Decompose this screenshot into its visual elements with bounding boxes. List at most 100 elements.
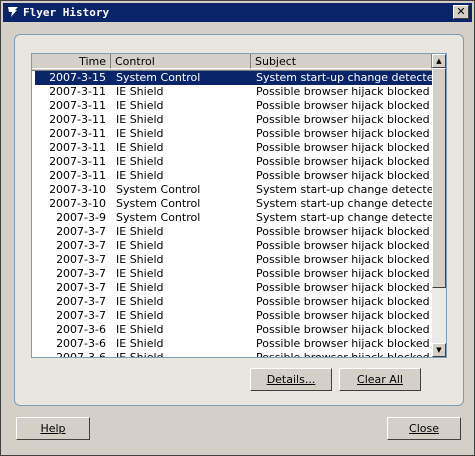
control-cell: System Control [116, 71, 201, 84]
time-cell: 2007-3-7 [56, 225, 106, 238]
control-cell: IE Shield [116, 225, 164, 238]
subject-cell: System start-up change detected [256, 211, 432, 224]
table-row[interactable]: 2007-3-11 IE Shield Possible browser hijac… [32, 169, 432, 183]
time-cell: 2007-3-15 [49, 71, 106, 84]
subject-cell: Possible browser hijack blocked [256, 113, 430, 126]
table-row[interactable]: 2007-3-10 System Control System start-up c… [32, 183, 432, 197]
time-cell: 2007-3-11 [49, 99, 106, 112]
table-row[interactable]: 2007-3-9 System Control System start-up ch… [32, 211, 432, 225]
subject-cell: Possible browser hijack blocked [256, 337, 430, 350]
table-row[interactable]: 2007-3-11 IE Shield Possible browser hijac… [32, 141, 432, 155]
control-cell: System Control [116, 197, 201, 210]
help-label: Help [40, 422, 66, 435]
subject-cell: Possible browser hijack blocked [256, 169, 430, 182]
table-row[interactable]: 2007-3-7 IE Shield Possible browser hijack… [32, 295, 432, 309]
time-cell: 2007-3-11 [49, 85, 106, 98]
time-cell: 2007-3-10 [49, 197, 106, 210]
help-button[interactable]: Help [16, 417, 90, 440]
scroll-down-icon[interactable]: ▼ [432, 343, 446, 357]
table-row[interactable]: 2007-3-7 IE Shield Possible browser hijack… [32, 253, 432, 267]
history-list[interactable]: Time Control Subject 2007-3-15 System Con… [31, 53, 447, 358]
control-cell: IE Shield [116, 323, 164, 336]
table-row[interactable]: 2007-3-11 IE Shield Possible browser hijac… [32, 127, 432, 141]
table-row[interactable]: 2007-3-11 IE Shield Possible browser hijac… [32, 99, 432, 113]
subject-cell: Possible browser hijack blocked [256, 141, 430, 154]
time-cell: 2007-3-11 [49, 169, 106, 182]
control-cell: IE Shield [116, 253, 164, 266]
time-cell: 2007-3-7 [56, 267, 106, 280]
scroll-up-icon[interactable]: ▲ [432, 54, 446, 68]
control-cell: IE Shield [116, 155, 164, 168]
control-cell: IE Shield [116, 239, 164, 252]
close-label: Close [409, 422, 439, 435]
subject-cell: System start-up change detected [256, 183, 432, 196]
column-header-time[interactable]: Time [32, 54, 111, 69]
table-row[interactable]: 2007-3-11 IE Shield Possible browser hijac… [32, 155, 432, 169]
clear-all-label: Clear All [357, 373, 403, 386]
subject-cell: Possible browser hijack blocked [256, 295, 430, 308]
time-cell: 2007-3-6 [56, 323, 106, 336]
clear-all-button[interactable]: Clear All [339, 368, 421, 391]
subject-cell: Possible browser hijack blocked [256, 281, 430, 294]
table-row[interactable]: 2007-3-15 System Control System start-up c… [35, 71, 432, 85]
control-cell: IE Shield [116, 351, 164, 358]
time-cell: 2007-3-11 [49, 155, 106, 168]
time-cell: 2007-3-7 [56, 253, 106, 266]
details-label: Details... [266, 373, 316, 386]
subject-cell: Possible browser hijack blocked [256, 253, 430, 266]
subject-cell: Possible browser hijack blocked [256, 155, 430, 168]
control-cell: System Control [116, 211, 201, 224]
table-row[interactable]: 2007-3-6 IE Shield Possible browser hijack… [32, 323, 432, 337]
table-row[interactable]: 2007-3-11 IE Shield Possible browser hijac… [32, 113, 432, 127]
control-cell: IE Shield [116, 85, 164, 98]
list-rows: 2007-3-15 System Control System start-up c… [32, 71, 432, 358]
time-cell: 2007-3-7 [56, 309, 106, 322]
control-cell: IE Shield [116, 169, 164, 182]
time-cell: 2007-3-11 [49, 141, 106, 154]
table-row[interactable]: 2007-3-6 IE Shield Possible browser hijack… [32, 337, 432, 351]
table-row[interactable]: 2007-3-7 IE Shield Possible browser hijack… [32, 225, 432, 239]
time-cell: 2007-3-7 [56, 239, 106, 252]
table-row[interactable]: 2007-3-6 IE Shield Possible browser hijack… [32, 351, 432, 358]
table-row[interactable]: 2007-3-10 System Control System start-up c… [32, 197, 432, 211]
vertical-scrollbar[interactable]: ▲ ▼ [432, 54, 446, 357]
subject-cell: System start-up change detected [256, 71, 432, 84]
flyer-history-window: Flyer History ✕ Time Control Subject 200… [0, 0, 475, 456]
control-cell: IE Shield [116, 267, 164, 280]
close-window-icon[interactable]: ✕ [453, 5, 469, 19]
time-cell: 2007-3-6 [56, 337, 106, 350]
control-cell: IE Shield [116, 337, 164, 350]
control-cell: IE Shield [116, 113, 164, 126]
subject-cell: Possible browser hijack blocked [256, 309, 430, 322]
subject-cell: Possible browser hijack blocked [256, 239, 430, 252]
table-row[interactable]: 2007-3-7 IE Shield Possible browser hijack… [32, 267, 432, 281]
table-row[interactable]: 2007-3-7 IE Shield Possible browser hijack… [32, 281, 432, 295]
time-cell: 2007-3-6 [56, 351, 106, 358]
control-cell: IE Shield [116, 141, 164, 154]
details-button[interactable]: Details... [250, 368, 332, 391]
time-cell: 2007-3-11 [49, 127, 106, 140]
title-bar[interactable]: Flyer History ✕ [3, 3, 472, 22]
table-row[interactable]: 2007-3-7 IE Shield Possible browser hijack… [32, 309, 432, 323]
time-cell: 2007-3-9 [56, 211, 106, 224]
control-cell: IE Shield [116, 309, 164, 322]
subject-cell: System start-up change detected [256, 197, 432, 210]
table-row[interactable]: 2007-3-7 IE Shield Possible browser hijack… [32, 239, 432, 253]
control-cell: IE Shield [116, 99, 164, 112]
column-header-subject[interactable]: Subject [251, 54, 432, 69]
time-cell: 2007-3-7 [56, 281, 106, 294]
subject-cell: Possible browser hijack blocked [256, 85, 430, 98]
close-button[interactable]: Close [387, 417, 461, 440]
flyer-app-icon [8, 7, 18, 17]
time-cell: 2007-3-7 [56, 295, 106, 308]
subject-cell: Possible browser hijack blocked [256, 225, 430, 238]
table-row[interactable]: 2007-3-11 IE Shield Possible browser hijac… [32, 85, 432, 99]
time-cell: 2007-3-10 [49, 183, 106, 196]
control-cell: System Control [116, 183, 201, 196]
control-cell: IE Shield [116, 295, 164, 308]
subject-cell: Possible browser hijack blocked [256, 351, 430, 358]
scroll-thumb[interactable] [432, 68, 446, 288]
subject-cell: Possible browser hijack blocked [256, 127, 430, 140]
column-header-control[interactable]: Control [111, 54, 251, 69]
control-cell: IE Shield [116, 281, 164, 294]
